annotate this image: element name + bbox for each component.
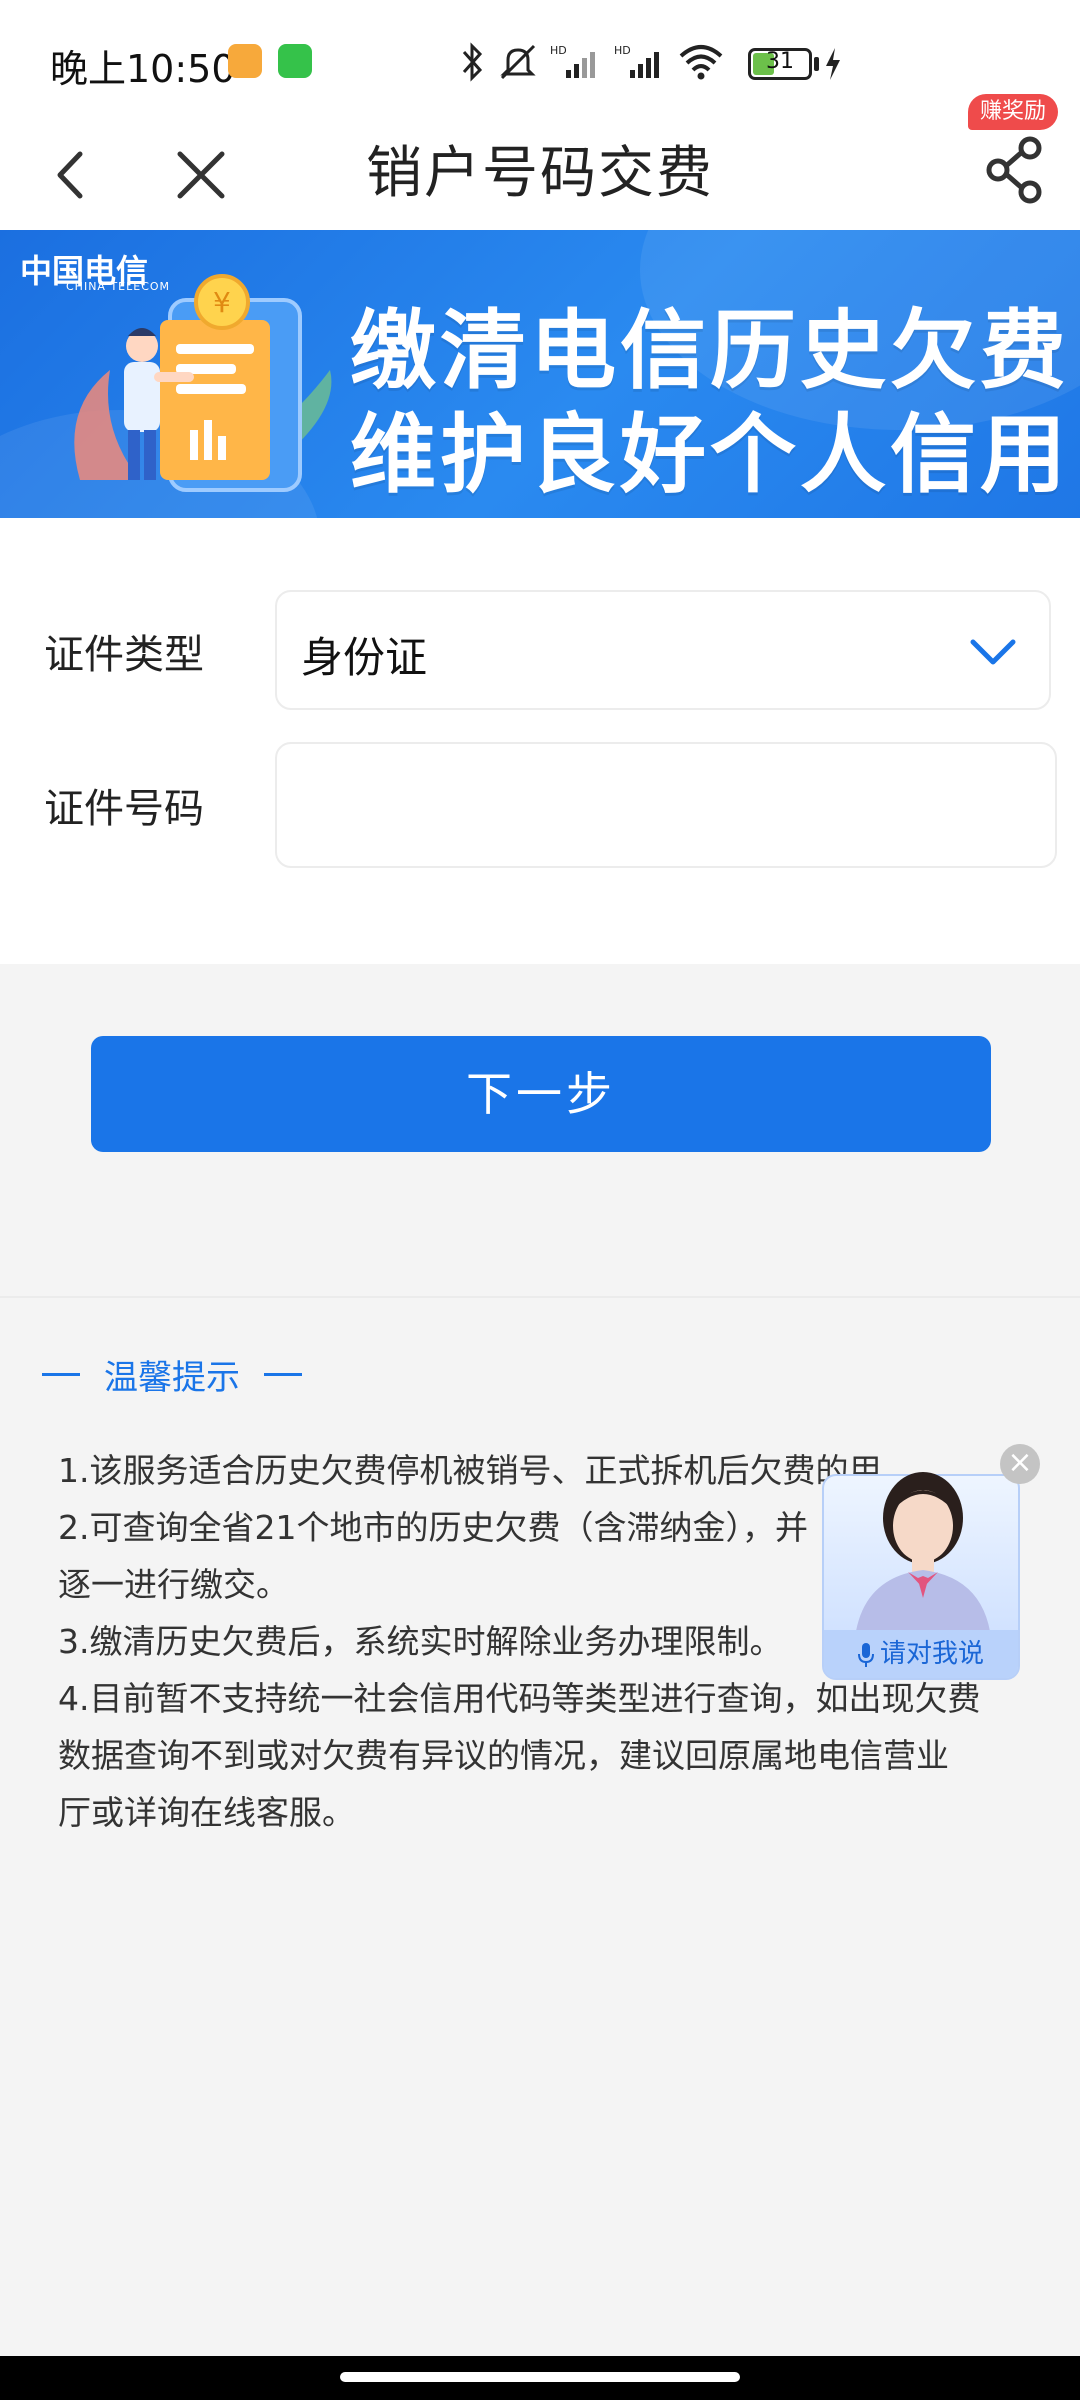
tip-line: 数据查询不到或对欠费有异议的情况，建议回原属地电信营业	[58, 1736, 949, 1775]
notification-app-icon	[228, 44, 262, 78]
battery-tip	[814, 57, 819, 71]
id-number-input[interactable]	[275, 742, 1057, 868]
next-step-button[interactable]: 下一步	[91, 1036, 991, 1152]
banner-headline-2: 维护良好个人信用	[350, 405, 1070, 505]
page-title: 销户号码交费	[366, 141, 714, 206]
wifi-icon	[679, 45, 723, 80]
battery-level: 31	[766, 49, 794, 74]
wechat-icon	[278, 44, 312, 78]
id-type-select[interactable]: 身份证	[275, 590, 1051, 710]
status-time: 晚上10:50	[50, 47, 236, 91]
assistant-avatar	[854, 1472, 992, 1648]
status-icons: HD HD	[460, 40, 724, 84]
close-assistant-icon[interactable]: ×	[1000, 1444, 1040, 1484]
id-form: 证件类型 身份证 证件号码	[0, 518, 1080, 964]
signal-hd-icon: HD	[614, 44, 659, 78]
svg-text:HD: HD	[550, 44, 567, 57]
voice-assistant-widget[interactable]: 请对我说	[822, 1472, 1020, 1680]
id-type-label: 证件类型	[44, 632, 204, 678]
tips-header: 温馨提示	[42, 1350, 302, 1399]
id-type-value: 身份证	[301, 633, 428, 682]
tips-title: 温馨提示	[104, 1358, 240, 1398]
signal-hd-icon: HD	[550, 44, 595, 78]
mic-icon	[857, 1642, 874, 1667]
section-divider	[0, 1296, 1080, 1298]
nav-bar: 销户号码交费 赚奖励	[0, 94, 1080, 230]
bluetooth-icon	[462, 42, 483, 82]
tips-dash-left	[42, 1373, 80, 1376]
tips-dash-right	[264, 1373, 302, 1376]
banner-illustration: ¥	[74, 274, 332, 492]
voice-prompt[interactable]: 请对我说	[824, 1630, 1018, 1678]
chevron-down-icon	[970, 639, 1016, 665]
reward-badge[interactable]: 赚奖励	[968, 94, 1059, 130]
battery-icon: 31	[748, 48, 812, 80]
voice-prompt-label: 请对我说	[879, 1639, 984, 1669]
mute-icon	[500, 44, 536, 80]
svg-text:HD: HD	[614, 44, 631, 57]
status-bar: 晚上10:50 HD HD 31	[0, 0, 1080, 120]
charging-icon	[826, 48, 840, 80]
home-indicator[interactable]	[340, 2372, 740, 2382]
svg-text:¥: ¥	[213, 286, 231, 319]
tip-line: 厅或详询在线客服。	[58, 1793, 355, 1832]
promo-banner[interactable]: 中国电信 CHINA TELECOM ¥ 缴清电信历史欠费 维护良好个人信用	[0, 230, 1080, 518]
share-icon[interactable]	[980, 130, 1050, 210]
id-number-label: 证件号码	[44, 786, 204, 832]
